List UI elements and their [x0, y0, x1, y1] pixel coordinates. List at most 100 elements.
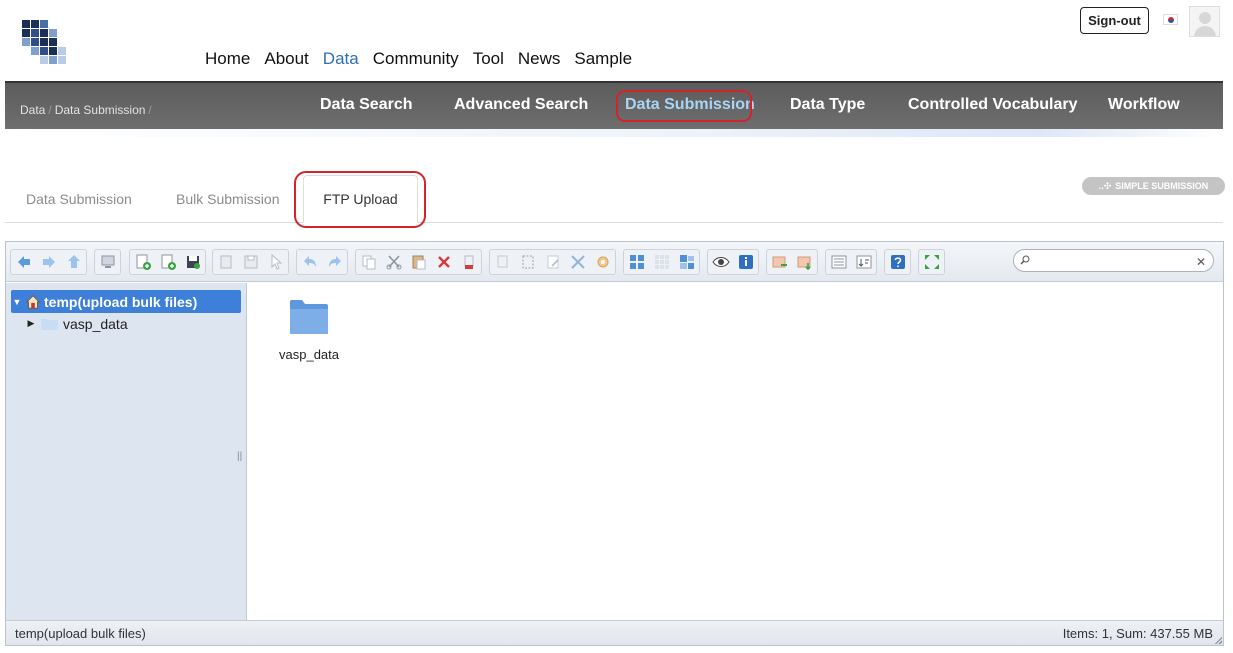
redo-icon: [328, 256, 341, 267]
nav-tool[interactable]: Tool: [473, 49, 504, 69]
toolbar-group-history: [296, 249, 348, 275]
toolbar-group-fullscreen: [918, 249, 945, 275]
network-drive-icon: [101, 255, 114, 268]
extract-button[interactable]: [590, 250, 615, 274]
folder-tree: ▼ temp(upload bulk files) ▶ vasp_data ||: [6, 283, 247, 620]
open-button[interactable]: [213, 250, 238, 274]
site-logo[interactable]: [22, 20, 68, 66]
delete-button[interactable]: [431, 250, 456, 274]
sort-button[interactable]: [851, 250, 876, 274]
tree-node-root[interactable]: ▼ temp(upload bulk files): [11, 290, 241, 313]
sort-icon: [856, 255, 871, 269]
back-button[interactable]: [11, 250, 36, 274]
expanded-arrow-icon[interactable]: ▼: [11, 297, 23, 307]
grid-view-icon: [629, 255, 644, 269]
fullscreen-button[interactable]: [919, 250, 944, 274]
highlight-ring: [294, 171, 426, 228]
arrow-left-icon: [17, 256, 30, 268]
new-file-button[interactable]: [155, 250, 180, 274]
details-button[interactable]: [826, 250, 851, 274]
subnav-data-search[interactable]: Data Search: [320, 96, 413, 114]
extract-archive-button[interactable]: [792, 250, 817, 274]
toolbar-group-help: [884, 249, 911, 275]
file-manager: ✕ ▼ temp(upload bulk files) ▶ vasp_data …: [5, 241, 1224, 646]
korean-flag-icon[interactable]: [1163, 14, 1178, 25]
duplicate-button[interactable]: [490, 250, 515, 274]
subnav-advanced-search[interactable]: Advanced Search: [454, 96, 588, 114]
nav-community[interactable]: Community: [373, 49, 459, 69]
subnav-controlled-vocabulary[interactable]: Controlled Vocabulary: [908, 96, 1078, 114]
tree-node-vasp-data[interactable]: ▶ vasp_data: [11, 312, 241, 335]
resize-button[interactable]: [565, 250, 590, 274]
resize-icon: [570, 255, 585, 269]
tab-bulk-submission[interactable]: Bulk Submission: [176, 191, 280, 207]
fullscreen-icon: [924, 255, 939, 269]
reload-button[interactable]: [95, 250, 120, 274]
toolbar-group-reload: [94, 249, 121, 275]
tree-node-label: temp(upload bulk files): [44, 293, 198, 310]
subnav-data-type[interactable]: Data Type: [790, 96, 865, 114]
clear-search-icon[interactable]: ✕: [1196, 255, 1206, 269]
resize-grip-icon[interactable]: [1214, 636, 1222, 644]
folder-icon: [290, 300, 328, 334]
tab-data-submission[interactable]: Data Submission: [26, 191, 132, 207]
simple-submission-button[interactable]: ..✣ SIMPLE SUBMISSION: [1082, 177, 1225, 195]
forward-button[interactable]: [36, 250, 61, 274]
toolbar-group-open: [212, 249, 289, 275]
empty-button[interactable]: [456, 250, 481, 274]
list-view-icon: [679, 255, 694, 269]
status-bar: temp(upload bulk files) Items: 1, Sum: 4…: [6, 620, 1223, 645]
file-item-vasp-data[interactable]: vasp_data: [272, 299, 346, 362]
redo-button[interactable]: [322, 250, 347, 274]
eye-icon: [711, 257, 730, 267]
search-input[interactable]: [1034, 252, 1194, 269]
select-button[interactable]: [263, 250, 288, 274]
rename-button[interactable]: [515, 250, 540, 274]
save-disk-icon: [186, 256, 200, 269]
help-button[interactable]: [885, 250, 910, 274]
paste-button[interactable]: [406, 250, 431, 274]
search-field[interactable]: ✕: [1013, 249, 1214, 272]
tab-divider: [5, 222, 1223, 223]
download-button[interactable]: [238, 250, 263, 274]
archive-button[interactable]: [767, 250, 792, 274]
info-icon: [738, 255, 753, 269]
upload-button[interactable]: [180, 250, 205, 274]
nav-sample[interactable]: Sample: [574, 49, 632, 69]
copy-button[interactable]: [356, 250, 381, 274]
undo-button[interactable]: [297, 250, 322, 274]
status-path: temp(upload bulk files): [15, 626, 146, 641]
sub-nav-bar: Data / Data Submission / Data Search Advanc…: [5, 81, 1223, 129]
info-button[interactable]: [733, 250, 758, 274]
nav-data[interactable]: Data: [323, 49, 359, 69]
preview-button[interactable]: [708, 250, 733, 274]
rename-icon: [522, 255, 533, 269]
collapsed-arrow-icon[interactable]: ▶: [25, 318, 37, 329]
nav-about[interactable]: About: [264, 49, 308, 69]
list-view-button[interactable]: [674, 250, 699, 274]
scissors-icon: [386, 255, 401, 270]
paste-icon: [412, 255, 425, 270]
parent-folder-button[interactable]: [61, 250, 86, 274]
sign-out-button[interactable]: Sign-out: [1080, 7, 1149, 34]
cut-button[interactable]: [381, 250, 406, 274]
status-summary: Items: 1, Sum: 437.55 MB: [1062, 626, 1213, 641]
highlight-ring: [616, 90, 752, 122]
duplicate-icon: [497, 255, 507, 268]
nav-news[interactable]: News: [518, 49, 561, 69]
subnav-workflow[interactable]: Workflow: [1108, 96, 1180, 114]
user-avatar[interactable]: [1189, 6, 1220, 37]
resize-handle[interactable]: ||: [237, 451, 242, 462]
toolbar-group-info: [707, 249, 759, 275]
toolbar-group-misc: [825, 249, 877, 275]
tree-node-label: vasp_data: [63, 315, 128, 332]
nav-home[interactable]: Home: [205, 49, 250, 69]
small-grid-icon: [654, 255, 669, 269]
icons-view-button[interactable]: [624, 250, 649, 274]
new-folder-button[interactable]: [130, 250, 155, 274]
flag-emblem: [1167, 16, 1174, 23]
download-disk-icon: [244, 255, 257, 269]
edit-file-button[interactable]: [540, 250, 565, 274]
file-area: vasp_data: [248, 283, 1223, 620]
small-icons-view-button[interactable]: [649, 250, 674, 274]
